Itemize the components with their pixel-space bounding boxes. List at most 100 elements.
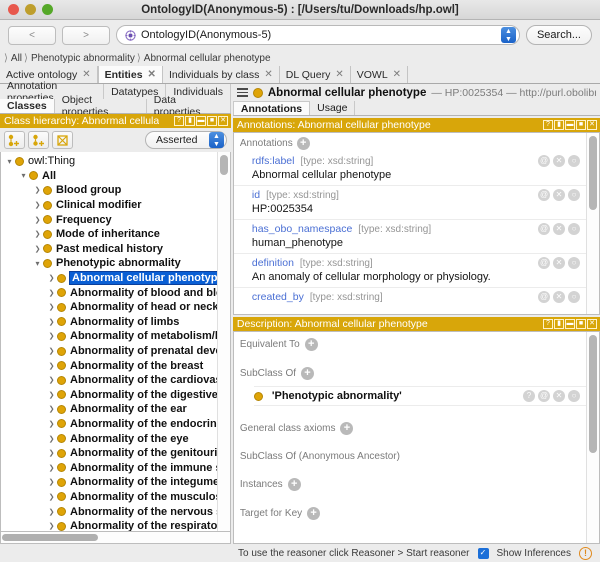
reasoner-mode-select[interactable]: Asserted ▲ ▼ (145, 131, 227, 149)
delete-icon[interactable]: ✕ (553, 390, 565, 402)
minimize-button[interactable] (25, 4, 36, 15)
edit-icon[interactable]: ○ (568, 155, 580, 167)
delete-icon[interactable]: ✕ (553, 257, 565, 269)
description-vertical-scrollbar[interactable] (586, 332, 599, 543)
chevron-right-icon[interactable]: ❯ (46, 405, 57, 413)
chevron-down-icon[interactable]: ▾ (18, 171, 29, 180)
add-annotation-button[interactable]: + (296, 137, 310, 150)
delete-icon[interactable]: ✕ (553, 189, 565, 201)
annotation-row[interactable]: definition [type: xsd:string] An anomaly o… (233, 253, 586, 287)
zoom-button[interactable] (42, 4, 53, 15)
help-icon[interactable]: ? (543, 120, 553, 130)
add-axiom-button[interactable]: + (301, 367, 315, 380)
chevron-right-icon[interactable]: ❯ (46, 508, 57, 516)
annotate-icon[interactable]: @ (538, 223, 550, 235)
maximize-icon[interactable]: ■ (576, 319, 586, 329)
add-sibling-class-icon[interactable] (28, 131, 49, 149)
chevron-right-icon[interactable]: ❯ (32, 186, 43, 194)
tree-node[interactable]: ❯ Abnormality of limbs (1, 315, 217, 330)
tree-node[interactable]: ❯ Abnormality of the endocrine (1, 417, 217, 432)
close-icon[interactable]: ✕ (335, 69, 343, 80)
back-button[interactable]: < (8, 25, 56, 45)
maximize-icon[interactable]: ■ (576, 120, 586, 130)
edit-icon[interactable]: ○ (568, 223, 580, 235)
collapse-icon[interactable]: ▬ (565, 319, 575, 329)
add-axiom-button[interactable]: + (340, 422, 354, 435)
search-button[interactable]: Search... (525, 25, 592, 45)
chevron-right-icon[interactable]: ❯ (46, 420, 57, 428)
tab-object-properties[interactable]: Object properties (54, 94, 147, 118)
chevron-down-icon[interactable]: ▾ (32, 259, 43, 268)
chevron-right-icon[interactable]: ❯ (46, 435, 57, 443)
delete-class-icon[interactable] (52, 131, 73, 149)
close-icon[interactable]: ✕ (587, 120, 597, 130)
chevron-right-icon[interactable]: ❯ (46, 391, 57, 399)
add-axiom-button[interactable]: + (287, 478, 301, 491)
close-icon[interactable]: ✕ (587, 319, 597, 329)
annotation-property[interactable]: id (252, 189, 260, 201)
add-axiom-button[interactable]: + (304, 338, 318, 351)
scrollbar-thumb[interactable] (220, 155, 228, 175)
tab-individuals-by-class[interactable]: Individuals by class ✕ (162, 66, 280, 83)
annotate-icon[interactable]: @ (538, 155, 550, 167)
show-inferences-checkbox[interactable]: ✓ (477, 547, 489, 559)
chevron-right-icon[interactable]: ❯ (46, 464, 57, 472)
split-icon[interactable]: ▮ (554, 120, 564, 130)
tree-node[interactable]: ❯ Abnormality of the nervous sy (1, 504, 217, 519)
edit-icon[interactable]: ○ (568, 189, 580, 201)
tree-node[interactable]: ❯ Abnormality of the cardiovasc (1, 373, 217, 388)
tab-entities[interactable]: Entities ✕ (97, 66, 163, 83)
delete-icon[interactable]: ✕ (553, 223, 565, 235)
tree-node[interactable]: ▾ Phenotypic abnormality (1, 256, 217, 271)
chevron-down-icon[interactable]: ▾ (4, 157, 15, 166)
delete-icon[interactable]: ✕ (553, 155, 565, 167)
tree-node[interactable]: ❯ Abnormality of blood and bloo (1, 285, 217, 300)
tab-data-properties[interactable]: Data properties (146, 94, 231, 118)
chevron-right-icon[interactable]: ❯ (46, 289, 57, 297)
scrollbar-thumb[interactable] (589, 136, 597, 210)
edit-icon[interactable]: ○ (568, 257, 580, 269)
tree-node[interactable]: ❯ Abnormality of prenatal devel (1, 344, 217, 359)
help-icon[interactable]: ? (174, 116, 184, 126)
chevron-right-icon[interactable]: ❯ (46, 522, 57, 530)
collapse-icon[interactable]: ▬ (565, 120, 575, 130)
breadcrumb-item-0[interactable]: ⟩ All (2, 53, 22, 64)
close-icon[interactable]: ✕ (82, 69, 90, 80)
annotation-row[interactable]: created_by [type: xsd:string] @ ✕ ○ (233, 287, 586, 307)
collapse-icon[interactable]: ▬ (196, 116, 206, 126)
warning-icon[interactable]: ! (579, 546, 592, 560)
forward-button[interactable]: > (62, 25, 110, 45)
chevron-right-icon[interactable]: ❯ (46, 376, 57, 384)
ontology-selector[interactable]: OntologyID(Anonymous-5) ▲ ▼ (116, 25, 520, 45)
tree-node[interactable]: ❯ Abnormality of the immune sy (1, 460, 217, 475)
chevron-right-icon[interactable]: ❯ (46, 318, 57, 326)
edit-icon[interactable]: ○ (568, 291, 580, 303)
tree-node[interactable]: ❯ Abnormality of the integumen (1, 475, 217, 490)
annotate-icon[interactable]: @ (538, 291, 550, 303)
tree-node[interactable]: ❯ Abnormality of metabolism/h (1, 329, 217, 344)
class-hierarchy-tree[interactable]: ▾ owl:Thing ▾ All ❯ Blood group ❯ Clinical modi… (0, 152, 231, 532)
annotation-property[interactable]: rdfs:label (252, 155, 295, 167)
add-subclass-icon[interactable] (4, 131, 25, 149)
chevron-right-icon[interactable]: ❯ (32, 216, 43, 224)
annotate-icon[interactable]: @ (538, 189, 550, 201)
close-icon[interactable]: ✕ (264, 69, 272, 80)
tree-node[interactable]: ❯ Frequency (1, 212, 217, 227)
tree-node[interactable]: ❯ Abnormality of the digestive s (1, 388, 217, 403)
tab-dl-query[interactable]: DL Query ✕ (279, 66, 351, 83)
chevron-right-icon[interactable]: ❯ (46, 493, 57, 501)
chevron-updown-icon[interactable]: ▲ ▼ (209, 132, 224, 148)
close-button[interactable] (8, 4, 19, 15)
breadcrumb-item-2[interactable]: ⟩ Abnormal cellular phenotype (135, 53, 271, 64)
help-icon[interactable]: ? (523, 390, 535, 402)
edit-icon[interactable]: ○ (568, 390, 580, 402)
chevron-right-icon[interactable]: ❯ (46, 274, 57, 282)
close-icon[interactable]: ✕ (393, 69, 401, 80)
breadcrumb-item-1[interactable]: ⟩ Phenotypic abnormality (22, 53, 135, 64)
chevron-right-icon[interactable]: ❯ (46, 303, 57, 311)
chevron-right-icon[interactable]: ❯ (46, 332, 57, 340)
tree-node[interactable]: ❯ Clinical modifier (1, 198, 217, 213)
delete-icon[interactable]: ✕ (553, 291, 565, 303)
chevron-updown-icon[interactable]: ▲ ▼ (500, 27, 516, 43)
tree-vertical-scrollbar[interactable] (217, 152, 230, 531)
